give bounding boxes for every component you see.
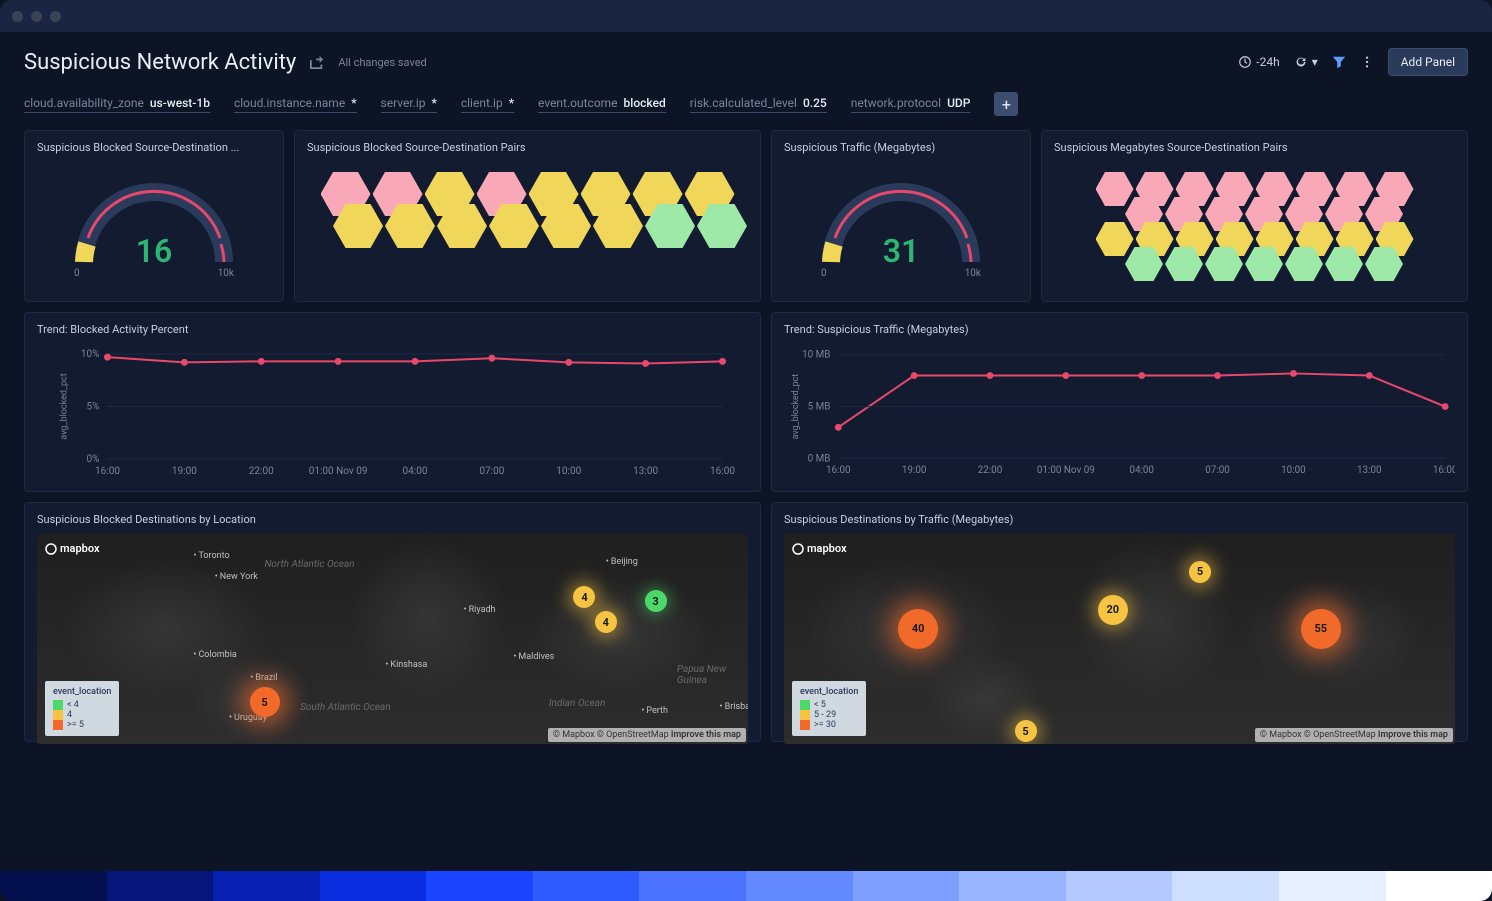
filter-chip[interactable]: server.ip*: [381, 96, 437, 113]
filter-chip[interactable]: risk.calculated_level0.25: [690, 96, 827, 113]
svg-text:10:00: 10:00: [1281, 465, 1306, 476]
add-panel-button[interactable]: Add Panel: [1388, 48, 1468, 76]
svg-text:5 MB: 5 MB: [808, 402, 831, 413]
svg-text:04:00: 04:00: [1129, 465, 1154, 476]
svg-text:04:00: 04:00: [403, 466, 428, 477]
filter-chip[interactable]: client.ip*: [461, 96, 514, 113]
panel-trend-blocked[interactable]: Trend: Blocked Activity Percent 0%5%10%1…: [24, 312, 761, 492]
svg-text:13:00: 13:00: [633, 466, 658, 477]
svg-text:0%: 0%: [87, 454, 100, 465]
svg-text:16: 16: [136, 232, 173, 270]
map-marker[interactable]: 40: [898, 609, 938, 649]
svg-text:10 MB: 10 MB: [802, 350, 830, 361]
page-title: Suspicious Network Activity: [24, 50, 296, 75]
svg-text:01:00 Nov 09: 01:00 Nov 09: [1037, 465, 1095, 476]
window-titlebar: [0, 0, 1492, 32]
line-chart: 0% 5% 10% 16:00 19:00 22:00 01:00 Nov 09 04:00 0…: [37, 344, 748, 484]
map-canvas[interactable]: mapbox40205555event_location< 55 - 29>= …: [784, 534, 1455, 744]
svg-text:07:00: 07:00: [479, 466, 504, 477]
svg-text:avg_blocked_pct: avg_blocked_pct: [60, 373, 70, 439]
filter-chip[interactable]: cloud.instance.name*: [234, 96, 357, 113]
map-attribution[interactable]: © Mapbox © OpenStreetMap Improve this ma…: [548, 728, 746, 742]
map-marker[interactable]: 5: [1189, 561, 1211, 583]
filter-chip[interactable]: network.protocolUDP: [851, 96, 971, 113]
map-marker[interactable]: 4: [573, 586, 595, 608]
map-marker[interactable]: 3: [645, 590, 667, 612]
filter-icon[interactable]: [1332, 55, 1346, 69]
svg-text:avg_blocked_pct: avg_blocked_pct: [791, 374, 801, 440]
traffic-light-min[interactable]: [31, 11, 42, 22]
time-range-picker[interactable]: -24h: [1238, 55, 1279, 69]
add-filter-button[interactable]: +: [994, 92, 1018, 116]
traffic-light-close[interactable]: [12, 11, 23, 22]
map-legend: event_location< 55 - 29>= 30: [792, 681, 866, 736]
line-chart: 0 MB 5 MB 10 MB 16:00 19:00 22:00 01:00 Nov 09…: [784, 344, 1455, 484]
panel-trend-traffic[interactable]: Trend: Suspicious Traffic (Megabytes) 0 …: [771, 312, 1468, 492]
mapbox-logo: mapbox: [792, 542, 847, 555]
svg-text:22:00: 22:00: [249, 466, 274, 477]
svg-text:0 MB: 0 MB: [808, 453, 831, 464]
filter-chip[interactable]: event.outcomeblocked: [538, 96, 666, 113]
panel-gauge-blocked[interactable]: Suspicious Blocked Source-Destination ..…: [24, 130, 284, 302]
map-attribution[interactable]: © Mapbox © OpenStreetMap Improve this ma…: [1255, 728, 1453, 742]
svg-text:5%: 5%: [87, 402, 100, 413]
panel-map-blocked[interactable]: Suspicious Blocked Destinations by Locat…: [24, 502, 761, 742]
filter-chip[interactable]: cloud.availability_zoneus-west-1b: [24, 96, 210, 113]
svg-text:16:00: 16:00: [1433, 465, 1455, 476]
color-footer-strip: [0, 871, 1492, 901]
svg-text:01:00 Nov 09: 01:00 Nov 09: [309, 466, 368, 477]
mapbox-logo: mapbox: [45, 542, 100, 555]
traffic-light-max[interactable]: [50, 11, 61, 22]
panel-hex-traffic[interactable]: Suspicious Megabytes Source-Destination …: [1041, 130, 1468, 302]
svg-text:31: 31: [883, 232, 920, 270]
app-window: Suspicious Network Activity All changes …: [0, 0, 1492, 901]
save-status: All changes saved: [338, 56, 426, 69]
svg-text:07:00: 07:00: [1205, 465, 1230, 476]
svg-text:16:00: 16:00: [95, 466, 120, 477]
svg-text:22:00: 22:00: [978, 465, 1003, 476]
map-marker[interactable]: 20: [1098, 595, 1128, 625]
page-header: Suspicious Network Activity All changes …: [0, 32, 1492, 84]
map-marker[interactable]: 5: [1015, 720, 1037, 742]
honeycomb-grid: [307, 162, 748, 258]
filter-bar: cloud.availability_zoneus-west-1b cloud.i…: [0, 84, 1492, 130]
chevron-down-icon: ▾: [1312, 55, 1318, 69]
svg-text:16:00: 16:00: [710, 466, 735, 477]
share-icon[interactable]: [310, 55, 324, 69]
svg-text:16:00: 16:00: [826, 465, 851, 476]
panel-gauge-traffic[interactable]: Suspicious Traffic (Megabytes) 31 010k: [771, 130, 1031, 302]
kebab-menu-icon[interactable]: [1360, 55, 1374, 69]
svg-text:10:00: 10:00: [556, 466, 581, 477]
svg-text:13:00: 13:00: [1357, 465, 1382, 476]
map-legend: event_location< 44>= 5: [45, 681, 119, 736]
panel-hex-blocked[interactable]: Suspicious Blocked Source-Destination Pa…: [294, 130, 761, 302]
refresh-button[interactable]: ▾: [1294, 55, 1318, 69]
svg-text:10%: 10%: [81, 349, 100, 360]
map-canvas[interactable]: mapboxTorontoNew YorkBeijingRiyadhMaldiv…: [37, 534, 748, 744]
dashboard-grid: Suspicious Blocked Source-Destination ..…: [0, 130, 1492, 742]
honeycomb-grid: [1054, 162, 1455, 291]
map-marker[interactable]: 5: [250, 687, 280, 717]
svg-text:19:00: 19:00: [902, 465, 927, 476]
map-marker[interactable]: 55: [1301, 609, 1341, 649]
panel-map-traffic[interactable]: Suspicious Destinations by Traffic (Mega…: [771, 502, 1468, 742]
svg-text:19:00: 19:00: [172, 466, 197, 477]
map-marker[interactable]: 4: [595, 611, 617, 633]
